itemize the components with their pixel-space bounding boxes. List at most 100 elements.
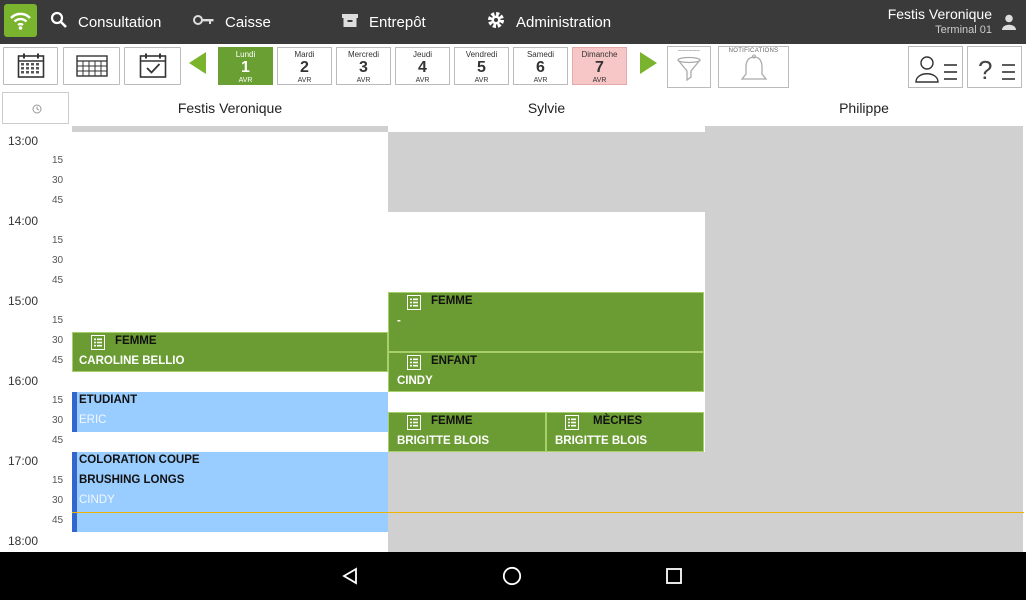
appointment-card[interactable]: FEMME CAROLINE BELLIO <box>72 332 388 372</box>
day-number: 4 <box>418 59 427 76</box>
next-week-arrow-icon[interactable] <box>640 52 657 74</box>
list-icon <box>91 335 105 353</box>
list-icon <box>407 295 421 313</box>
unavailable-column <box>705 126 1023 552</box>
filter-button[interactable]: ‒‒‒‒‒‒ <box>667 46 711 88</box>
quarter-label: 45 <box>52 355 64 366</box>
hour-label: 16:00 <box>8 374 39 388</box>
quarter-label: 30 <box>52 175 64 186</box>
notifications-button[interactable]: NOTIFICATIONS <box>718 46 789 88</box>
day-button-samedi[interactable]: Samedi 6 AVR <box>513 47 568 85</box>
appointment-card[interactable]: MÈCHES BRIGITTE BLOIS <box>546 412 704 452</box>
day-number: 2 <box>300 59 309 76</box>
previous-week-arrow-icon[interactable] <box>189 52 206 74</box>
user-block[interactable]: Festis Veronique Terminal 01 <box>888 6 992 37</box>
quarter-label: 30 <box>52 255 64 266</box>
recents-button[interactable] <box>650 552 698 600</box>
nav-consultation[interactable]: Consultation <box>50 0 161 44</box>
appointment-client: CAROLINE BELLIO <box>79 355 185 367</box>
appointment-service: FEMME <box>431 415 473 427</box>
day-button-mercredi[interactable]: Mercredi 3 AVR <box>336 47 391 85</box>
calendar-grid-icon <box>75 55 108 77</box>
appointment-service: FEMME <box>115 335 157 347</box>
appointment-card[interactable]: COLORATION COUPE BRUSHING LONGS CINDY <box>72 452 388 532</box>
day-number: 5 <box>477 59 486 76</box>
unavailable-block <box>388 132 705 212</box>
android-navigation-bar <box>0 552 1026 600</box>
quarter-label: 15 <box>52 315 64 326</box>
appointment-card[interactable]: ENFANT CINDY <box>388 352 704 392</box>
list-icon <box>407 415 421 433</box>
current-time-line <box>72 512 1024 513</box>
quarter-label: 30 <box>52 495 64 506</box>
unavailable-strip <box>72 126 388 132</box>
search-icon <box>50 11 68 33</box>
home-button[interactable] <box>488 552 536 600</box>
help-menu-button[interactable]: ? <box>967 46 1022 88</box>
wifi-button[interactable] <box>4 4 37 37</box>
wifi-icon <box>10 12 31 30</box>
nav-caisse[interactable]: Caisse <box>193 0 271 44</box>
appointment-service: COLORATION COUPE <box>79 454 200 466</box>
back-button[interactable] <box>326 552 374 600</box>
calendar-check-icon <box>139 53 166 78</box>
nav-label: Entrepôt <box>369 13 426 31</box>
appointment-card[interactable]: FEMME - <box>388 292 704 352</box>
quarter-label: 15 <box>52 475 64 486</box>
day-button-lundi[interactable]: Lundi 1 AVR <box>218 47 273 85</box>
appointment-client: CINDY <box>397 375 433 387</box>
day-button-jeudi[interactable]: Jeudi 4 AVR <box>395 47 450 85</box>
user-icon[interactable] <box>1002 14 1016 35</box>
column-header-festis-veronique[interactable]: Festis Veronique <box>72 90 388 126</box>
appointment-client: - <box>397 315 401 327</box>
day-button-vendredi[interactable]: Vendredi 5 AVR <box>454 47 509 85</box>
back-triangle-icon <box>342 567 357 585</box>
hour-label: 13:00 <box>8 134 39 148</box>
funnel-icon <box>677 56 701 82</box>
svg-text:?: ? <box>978 55 992 84</box>
time-toggle-button[interactable] <box>2 92 69 124</box>
nav-entrepot[interactable]: Entrepôt <box>341 0 426 44</box>
hour-label: 15:00 <box>8 294 39 308</box>
nav-administration[interactable]: Administration <box>486 0 611 44</box>
app-root: Consultation Caisse Entrepôt Administrat… <box>0 0 1026 600</box>
quarter-label: 45 <box>52 435 64 446</box>
toolbar: Lundi 1 AVR Mardi 2 AVR Mercredi 3 AVR Jeudi 4 AVR V… <box>0 44 1026 90</box>
appointment-client: BRIGITTE BLOIS <box>397 435 489 447</box>
unavailable-block <box>388 452 705 552</box>
staff-menu-button[interactable] <box>908 46 963 88</box>
day-number: 1 <box>241 59 250 76</box>
schedule-grid: 13:00 15 30 45 14:00 15 30 45 15:00 15 30 45 16:00 15… <box>0 126 1026 552</box>
day-month: AVR <box>297 77 312 84</box>
column-header-sylvie[interactable]: Sylvie <box>388 90 705 126</box>
view-week-button[interactable] <box>63 47 120 85</box>
clock-icon <box>32 104 42 114</box>
appointment-service: MÈCHES <box>593 415 643 427</box>
help-list-icon: ? <box>978 55 1015 84</box>
view-date-picker-button[interactable] <box>124 47 181 85</box>
appointment-client: CINDY <box>79 494 115 506</box>
view-day-button[interactable] <box>3 47 58 85</box>
filter-caption: ‒‒‒‒‒‒ <box>678 48 700 54</box>
nav-label: Consultation <box>78 13 162 31</box>
day-number: 6 <box>536 59 545 76</box>
user-name: Festis Veronique <box>887 6 992 22</box>
hour-label: 18:00 <box>8 534 39 548</box>
day-month: AVR <box>592 77 607 84</box>
quarter-label: 15 <box>52 395 64 406</box>
person-list-icon <box>914 56 957 83</box>
hour-label: 17:00 <box>8 454 39 468</box>
appointment-card[interactable]: ETUDIANT ERIC <box>72 392 388 432</box>
column-header-philippe[interactable]: Philippe <box>705 90 1023 126</box>
day-month: AVR <box>415 77 430 84</box>
day-number: 7 <box>595 59 604 76</box>
quarter-label: 30 <box>52 335 64 346</box>
key-icon <box>193 13 215 31</box>
column-headers: Festis Veronique Sylvie Philippe <box>0 90 1026 126</box>
day-number: 3 <box>359 59 368 76</box>
quarter-label: 15 <box>52 155 64 166</box>
appointment-card[interactable]: FEMME BRIGITTE BLOIS <box>388 412 546 452</box>
calendar-month-icon <box>17 53 44 78</box>
day-button-mardi[interactable]: Mardi 2 AVR <box>277 47 332 85</box>
day-button-dimanche[interactable]: Dimanche 7 AVR <box>572 47 627 85</box>
